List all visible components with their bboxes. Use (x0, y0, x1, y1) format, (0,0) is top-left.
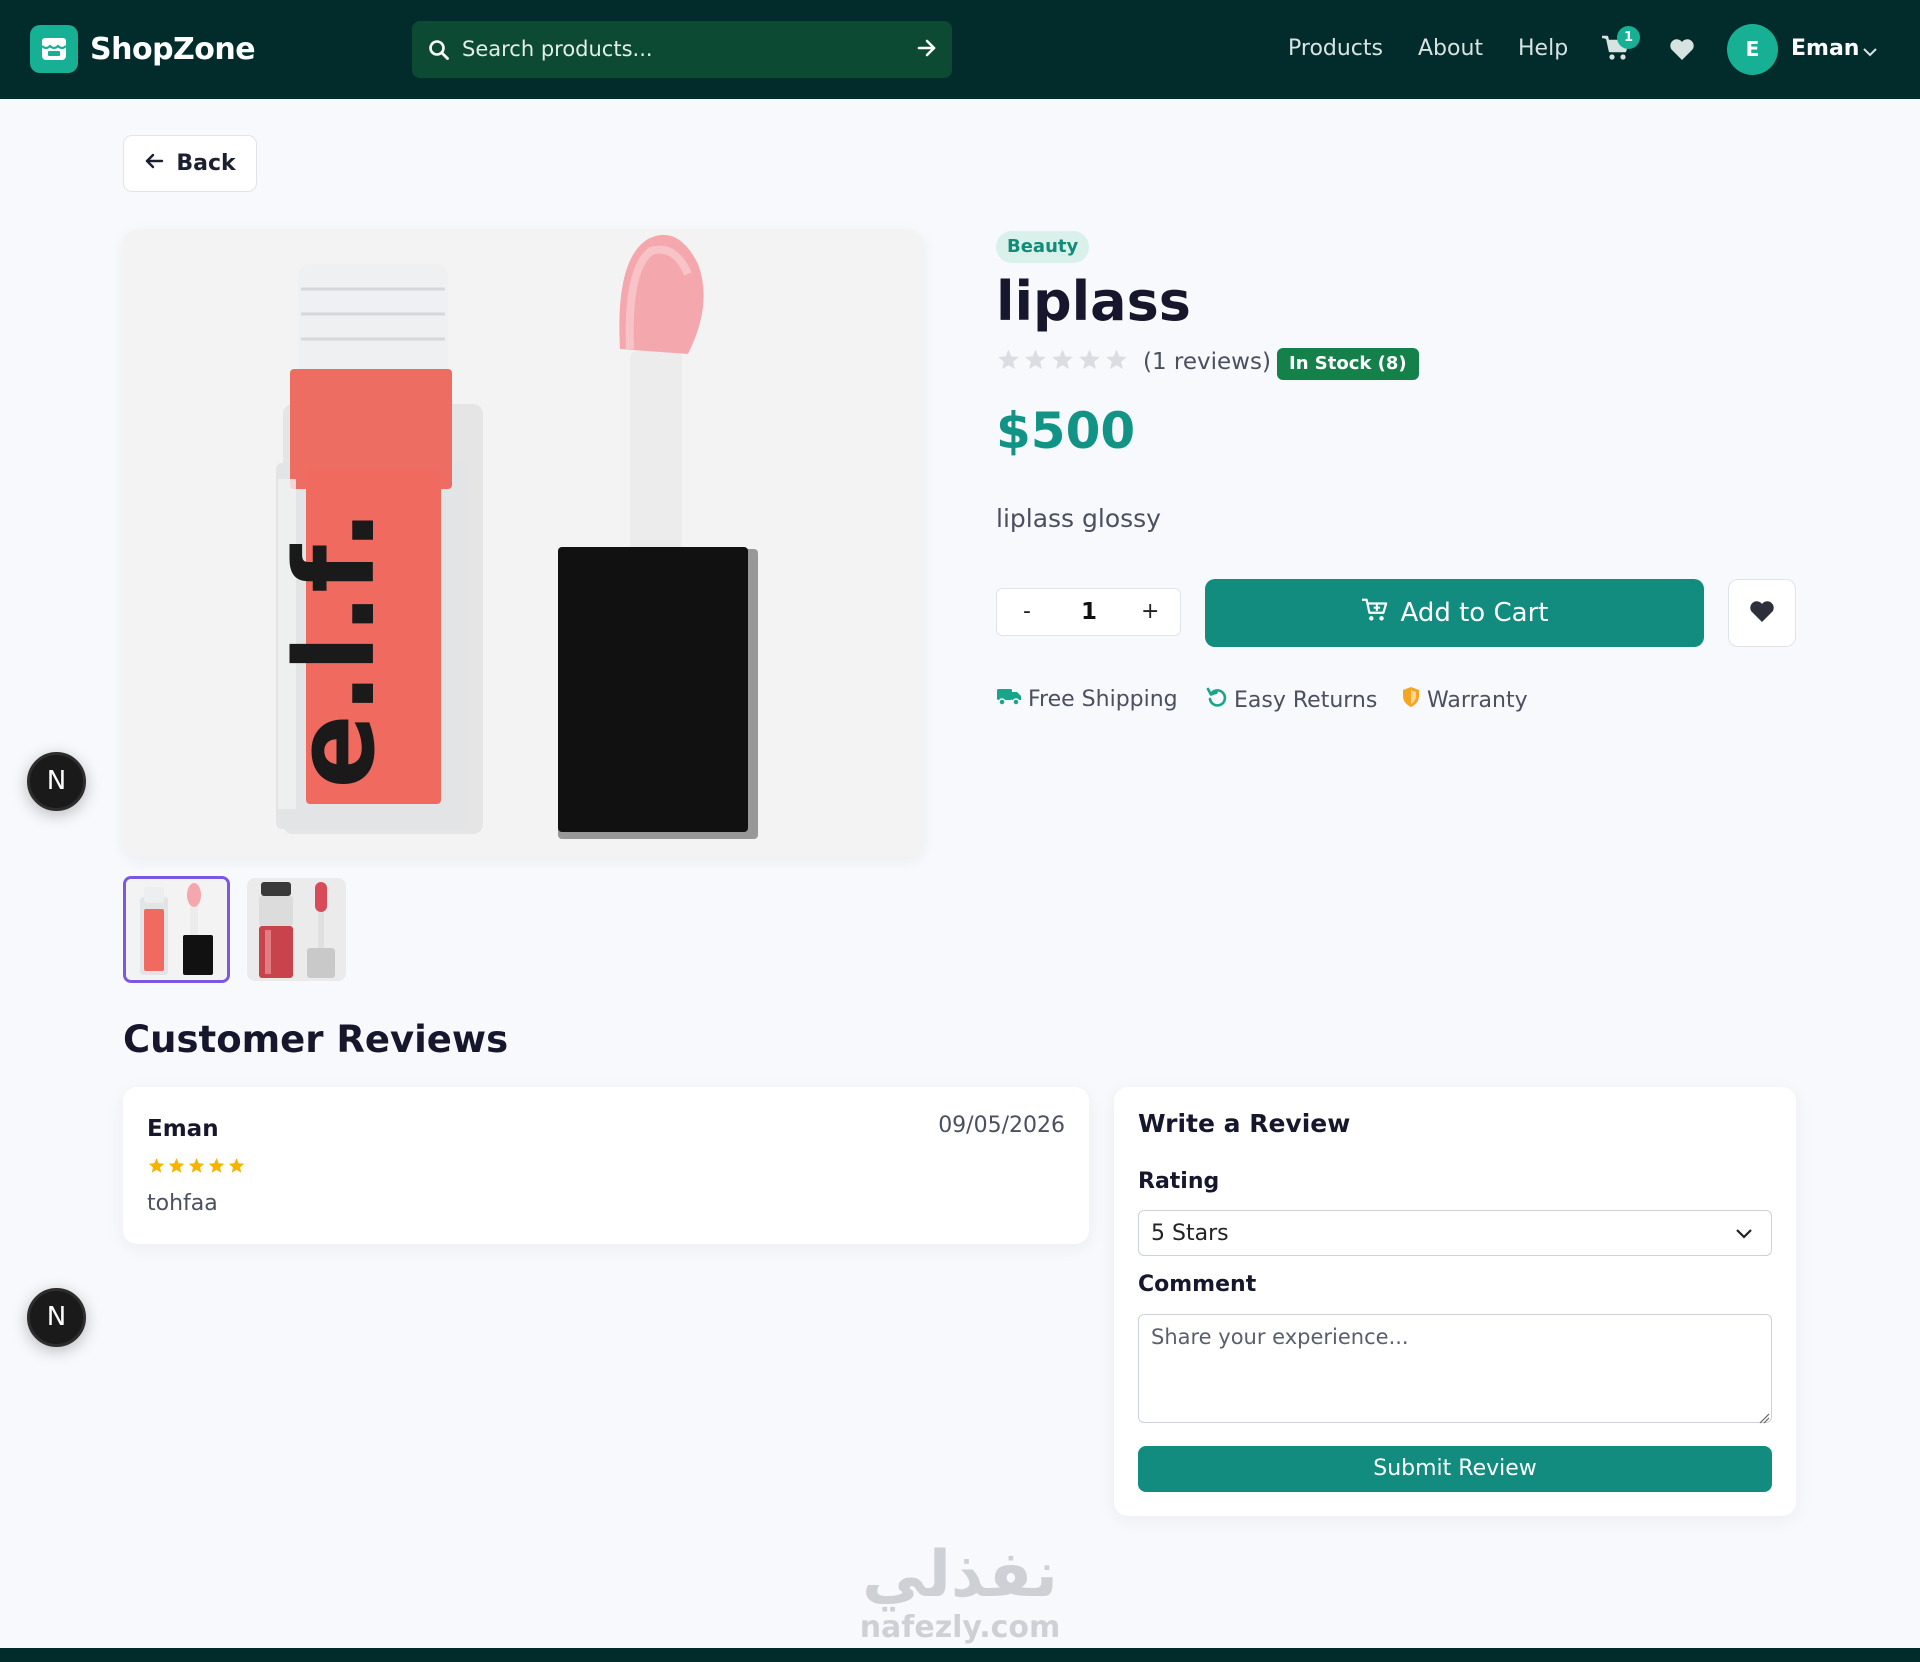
search-input[interactable] (462, 29, 892, 69)
back-label: Back (176, 151, 236, 176)
feature-label: Warranty (1427, 687, 1528, 713)
brand-logo[interactable]: ShopZone (30, 25, 256, 73)
cart-plus-icon (1361, 597, 1389, 630)
review-text: tohfaa (147, 1191, 218, 1216)
star-icon (188, 1158, 205, 1173)
review-author: Eman (147, 1116, 219, 1142)
resize-handle-icon[interactable] (1758, 1409, 1770, 1428)
user-avatar[interactable]: E (1727, 24, 1778, 75)
arrow-right-icon[interactable] (916, 37, 938, 63)
feature-warranty: Warranty (1401, 686, 1528, 714)
watermark-latin: nafezly.com (859, 1610, 1061, 1645)
chevron-down-icon[interactable] (1862, 42, 1878, 61)
review-rating-stars (147, 1157, 246, 1175)
star-icon (1052, 349, 1073, 369)
floating-n-button[interactable]: N (27, 1288, 86, 1347)
feature-easy-returns: Easy Returns (1206, 686, 1377, 714)
product-title: liplass (996, 270, 1191, 333)
comment-textarea[interactable] (1138, 1314, 1772, 1423)
watermark-logo: نفذلي nafezly.com (850, 1540, 1070, 1644)
review-card: Eman 09/05/2026 tohfaa (123, 1087, 1089, 1244)
brand-name: ShopZone (90, 31, 256, 67)
comment-label: Comment (1138, 1272, 1257, 1297)
floating-n-button[interactable]: N (27, 752, 86, 811)
star-icon (1106, 349, 1127, 369)
write-review-form: Write a Review Rating 5 Stars Comment Su… (1114, 1087, 1796, 1516)
category-badge: Beauty (996, 231, 1090, 263)
reviews-heading: Customer Reviews (123, 1018, 509, 1061)
rating-select-value: 5 Stars (1151, 1221, 1229, 1246)
product-rating-stars (996, 348, 1129, 372)
thumbnail-2[interactable] (247, 878, 346, 981)
star-icon (148, 1158, 165, 1173)
cart-count-badge: 1 (1617, 26, 1640, 49)
feature-label: Free Shipping (1028, 686, 1178, 712)
footer-bar (0, 1648, 1920, 1662)
chevron-down-icon (1735, 1225, 1753, 1244)
add-to-wishlist-button[interactable] (1728, 579, 1796, 647)
quantity-stepper: - 1 + (996, 588, 1181, 636)
stock-badge: In Stock (8) (1277, 348, 1419, 380)
nav-about[interactable]: About (1418, 36, 1483, 61)
undo-icon (1206, 686, 1228, 714)
quantity-increase-button[interactable]: + (1141, 599, 1159, 624)
add-to-cart-label: Add to Cart (1400, 598, 1549, 628)
wishlist-heart-icon[interactable] (1669, 38, 1695, 65)
product-price: $500 (996, 402, 1136, 460)
star-icon (208, 1158, 225, 1173)
nav-help[interactable]: Help (1518, 36, 1568, 61)
watermark-arabic: نفذلي (862, 1538, 1058, 1612)
add-to-cart-button[interactable]: Add to Cart (1205, 579, 1704, 647)
review-date: 09/05/2026 (938, 1113, 1065, 1138)
back-button[interactable]: Back (123, 135, 257, 192)
store-icon (30, 25, 78, 73)
search-bar (412, 21, 952, 78)
rating-label: Rating (1138, 1169, 1220, 1194)
star-icon (1079, 349, 1100, 369)
feature-label: Easy Returns (1234, 687, 1378, 713)
quantity-decrease-button[interactable]: - (1023, 599, 1031, 624)
product-description: liplass glossy (996, 504, 1161, 533)
product-main-image: e.l.f. (123, 229, 924, 857)
heart-icon (1749, 600, 1775, 627)
review-form-title: Write a Review (1138, 1109, 1351, 1138)
user-name[interactable]: Eman (1791, 36, 1859, 61)
star-icon (168, 1158, 185, 1173)
search-icon (428, 39, 450, 65)
star-icon (228, 1158, 245, 1173)
rating-select[interactable]: 5 Stars (1138, 1210, 1772, 1256)
submit-review-button[interactable]: Submit Review (1138, 1446, 1772, 1492)
shield-icon (1401, 686, 1421, 714)
arrow-left-icon (144, 151, 164, 176)
nav-products[interactable]: Products (1288, 36, 1383, 61)
svg-text:e.l.f.: e.l.f. (271, 509, 399, 789)
star-icon (1025, 349, 1046, 369)
star-icon (998, 349, 1019, 369)
feature-free-shipping: Free Shipping (996, 686, 1178, 712)
reviews-count[interactable]: (1 reviews) (1143, 349, 1271, 375)
top-navbar: ShopZone Products About Help 1 E Eman (0, 0, 1920, 99)
thumbnail-1[interactable] (123, 876, 230, 983)
truck-icon (996, 686, 1022, 712)
quantity-value[interactable]: 1 (1081, 599, 1097, 625)
